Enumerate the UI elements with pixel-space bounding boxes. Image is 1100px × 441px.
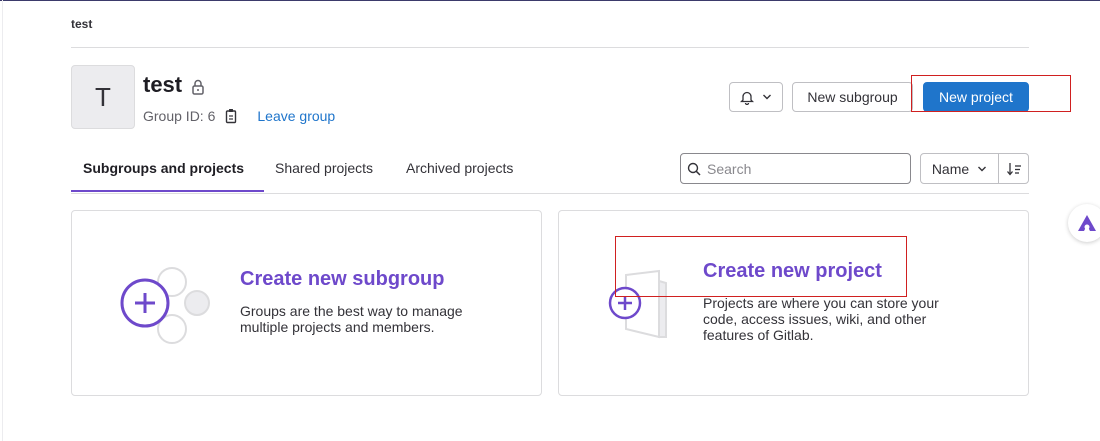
sort-direction-button[interactable] [999,154,1028,183]
tab-archived-projects[interactable]: Archived projects [406,160,513,176]
bell-icon [740,91,754,105]
group-id: Group ID: 6 [143,108,216,124]
create-project-description: Projects are where you can store your co… [703,295,939,343]
group-meta: Group ID: 6 Leave group [143,108,335,124]
sort-direction-icon [1006,162,1021,176]
search-input[interactable]: Search [680,153,911,184]
group-avatar: T [71,65,135,129]
new-subgroup-button[interactable]: New subgroup [792,82,913,112]
search-icon [687,162,701,176]
tab-subgroups-and-projects[interactable]: Subgroups and projects [83,160,244,176]
active-tab-indicator [71,190,264,192]
lock-icon [192,79,204,95]
copy-icon[interactable] [225,108,239,124]
sort-dropdown[interactable]: Name [921,154,999,183]
left-border [2,0,3,441]
chevron-down-icon [978,166,987,171]
create-subgroup-title[interactable]: Create new subgroup [240,268,444,291]
leave-group-link[interactable]: Leave group [257,108,335,124]
chevron-down-icon [763,94,771,100]
assistant-icon [1078,215,1096,231]
create-subgroup-description: Groups are the best way to manage multip… [240,303,463,335]
sort-selected: Name [931,160,970,177]
breadcrumb[interactable]: test [71,17,92,31]
sort-control: Name [920,153,1029,184]
breadcrumb-divider [71,47,1029,48]
search-placeholder: Search [707,160,752,177]
highlight-box-create-project [615,236,907,297]
assistant-button[interactable] [1068,204,1100,242]
group-title: test [143,72,183,97]
top-border [0,0,1100,1]
create-subgroup-card[interactable]: Create new subgroup Groups are the best … [71,210,542,396]
tab-shared-projects[interactable]: Shared projects [275,160,373,176]
highlight-box-new-project [911,75,1071,112]
subgroup-illustration [120,267,210,344]
notification-button[interactable] [729,82,783,112]
